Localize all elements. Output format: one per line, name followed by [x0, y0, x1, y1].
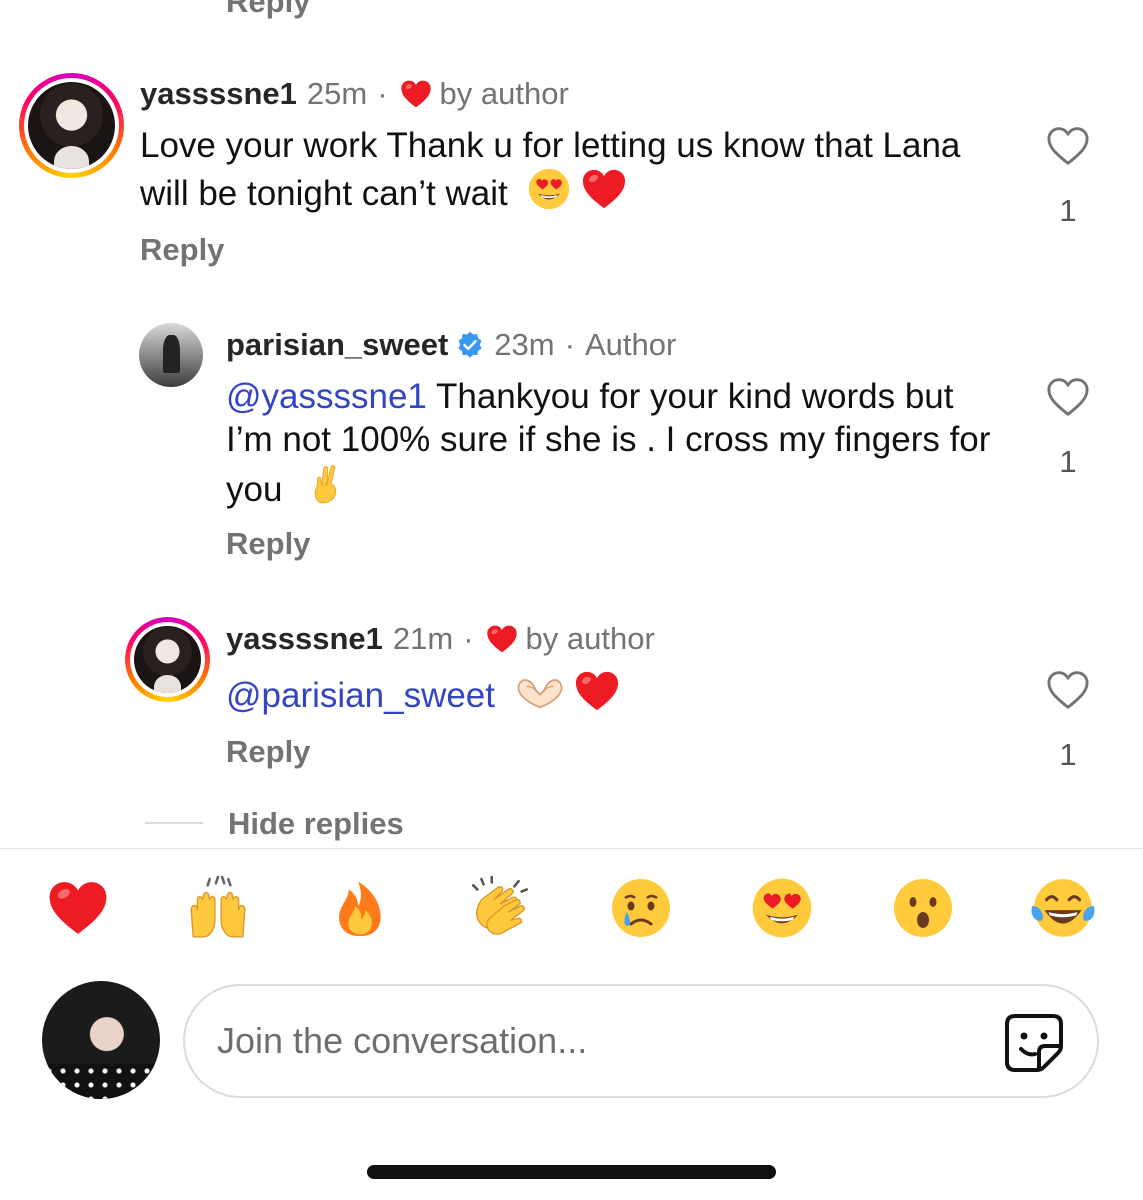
- current-user-avatar: [42, 981, 160, 1099]
- author-role-label: Author: [584, 327, 677, 362]
- like-heart-icon[interactable]: [1046, 670, 1090, 710]
- reaction-fire[interactable]: [320, 868, 400, 948]
- reply-button[interactable]: Reply: [226, 734, 310, 770]
- tears-of-joy-icon: [1030, 875, 1096, 941]
- like-heart-icon[interactable]: [1046, 126, 1090, 166]
- quick-reactions-bar: [0, 868, 1143, 958]
- liked-by-author-label: by author: [439, 76, 569, 111]
- red-heart-emoji-icon: [581, 167, 627, 211]
- comment-meta: parisian_sweet 23m · Author: [226, 327, 676, 363]
- verified-badge-icon: [458, 331, 482, 358]
- separator: ·: [564, 327, 575, 362]
- comment-text: @yassssne1 Thankyou for your kind words …: [226, 375, 996, 511]
- clapping-hands-icon: [467, 875, 533, 941]
- heart-eyes-emoji-icon: [527, 167, 571, 211]
- crying-face-icon: [609, 876, 673, 940]
- separator: ·: [377, 76, 388, 111]
- like-heart-icon[interactable]: [1046, 377, 1090, 417]
- heart-hands-emoji-icon: [515, 673, 565, 713]
- avatar[interactable]: [125, 617, 210, 702]
- liked-by-author-label: by author: [525, 621, 655, 656]
- home-indicator[interactable]: [367, 1165, 776, 1179]
- username[interactable]: yassssne1: [226, 621, 383, 657]
- surprised-face-icon: [891, 876, 955, 940]
- hide-replies-button[interactable]: Hide replies: [228, 806, 404, 842]
- heart-eyes-icon: [750, 876, 814, 940]
- comment-meta: yassssne1 25m · by author: [140, 76, 569, 112]
- username[interactable]: parisian_sweet: [226, 327, 448, 363]
- reply-button[interactable]: Reply: [226, 526, 310, 562]
- fire-icon: [330, 876, 390, 940]
- username[interactable]: yassssne1: [140, 76, 297, 112]
- hide-replies-divider: [145, 822, 203, 824]
- reaction-surprised-face[interactable]: [883, 868, 963, 948]
- avatar[interactable]: [19, 73, 124, 178]
- reaction-heart-eyes[interactable]: [742, 868, 822, 948]
- comment-text: @parisian_sweet: [226, 669, 996, 717]
- sticker-icon[interactable]: [1003, 1012, 1065, 1074]
- crossed-fingers-emoji-icon: [306, 461, 346, 507]
- timestamp: 25m: [306, 76, 368, 111]
- reaction-clapping-hands[interactable]: [460, 868, 540, 948]
- comment-input[interactable]: [217, 986, 977, 1096]
- like-count[interactable]: 1: [1048, 193, 1088, 229]
- red-heart-emoji-icon: [574, 669, 620, 713]
- mention-link[interactable]: @yassssne1: [226, 377, 427, 416]
- timestamp: 23m: [494, 327, 555, 362]
- like-count[interactable]: 1: [1048, 444, 1088, 480]
- reaction-red-heart[interactable]: [38, 868, 118, 948]
- timestamp: 21m: [392, 621, 454, 656]
- reply-button[interactable]: Reply: [140, 232, 224, 268]
- comment-composer: [183, 984, 1099, 1098]
- red-heart-icon: [47, 879, 109, 937]
- separator: ·: [463, 621, 474, 656]
- mention-link[interactable]: @parisian_sweet: [226, 676, 495, 715]
- reaction-raising-hands[interactable]: [178, 868, 258, 948]
- comment-meta: yassssne1 21m · by author: [226, 621, 655, 657]
- reaction-crying-face[interactable]: [601, 868, 681, 948]
- liked-by-author-heart-icon: [486, 624, 518, 654]
- like-count[interactable]: 1: [1048, 737, 1088, 773]
- partial-reply-button[interactable]: Reply: [226, 0, 310, 20]
- avatar[interactable]: [139, 323, 203, 387]
- composer-divider: [0, 848, 1143, 849]
- reaction-tears-of-joy[interactable]: [1023, 868, 1103, 948]
- comment-text: Love your work Thank u for letting us kn…: [140, 124, 1000, 215]
- liked-by-author-heart-icon: [400, 79, 432, 109]
- raising-hands-icon: [185, 875, 251, 941]
